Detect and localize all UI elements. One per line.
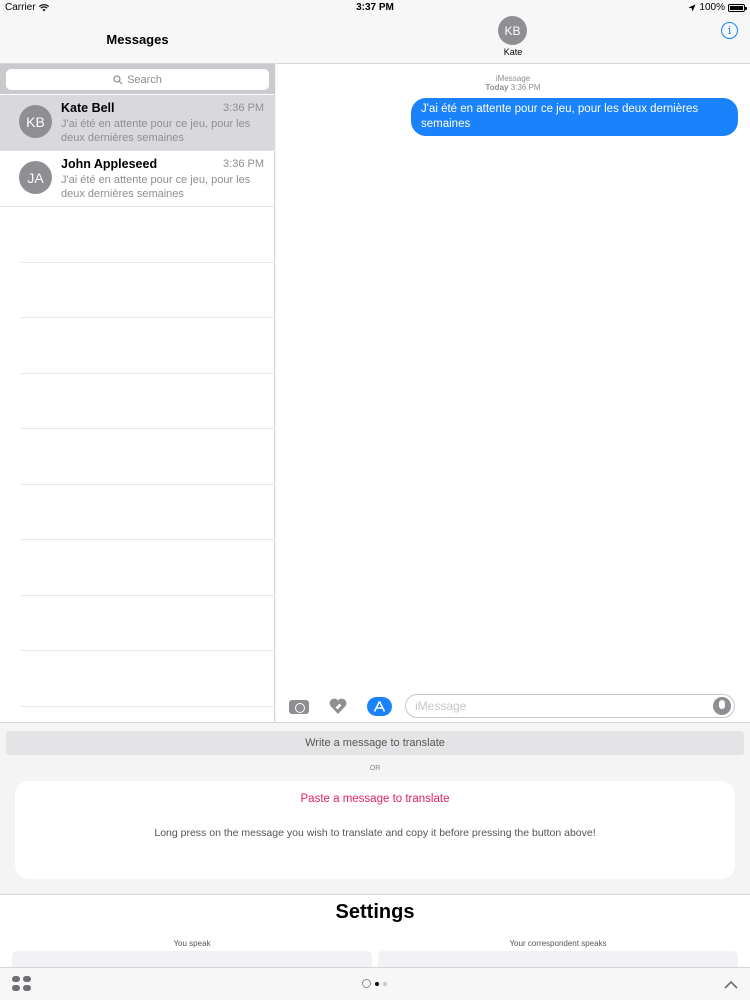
sent-message-bubble[interactable]: J'ai été en attente pour ce jeu, pour le… — [411, 98, 738, 136]
search-input[interactable]: Search — [6, 69, 269, 90]
message-composer: iMessage — [276, 690, 750, 722]
empty-list-row — [21, 318, 275, 374]
info-icon[interactable]: i — [721, 22, 738, 39]
conversation-header: KB Kate i — [276, 16, 750, 64]
search-bar: Search — [0, 64, 275, 94]
messages-list-pane: Messages Search KB Kate Bell 3:36 PM J'a… — [0, 16, 275, 722]
conversation-name: Kate Bell — [61, 101, 115, 115]
empty-list-row — [21, 485, 275, 540]
battery-fill — [730, 5, 743, 10]
avatar: KB — [19, 105, 52, 138]
empty-list-row — [21, 263, 275, 318]
paste-card: Paste a message to translate Long press … — [15, 781, 735, 879]
conversation-time: 3:36 PM — [223, 158, 264, 170]
battery-percent: 100% — [699, 2, 725, 13]
imessage-input[interactable]: iMessage — [405, 694, 735, 718]
conversation-preview: J'ai été en attente pour ce jeu, pour le… — [61, 118, 251, 144]
conversation-list: KB Kate Bell 3:36 PM J'ai été en attente… — [0, 95, 275, 707]
empty-list-row — [21, 429, 275, 485]
digital-touch-heart-icon[interactable] — [328, 696, 348, 716]
correspondent-speaks-label: Your correspondent speaks — [509, 939, 607, 948]
camera-icon[interactable] — [289, 700, 309, 714]
imessage-placeholder: iMessage — [415, 699, 467, 713]
paste-help-text: Long press on the message you wish to tr… — [154, 827, 596, 839]
page-dot — [383, 981, 387, 986]
you-speak-picker[interactable] — [12, 951, 372, 968]
conversation-name: John Appleseed — [61, 157, 158, 171]
day-label: Today — [485, 83, 509, 92]
page-indicator[interactable] — [362, 979, 387, 988]
conversation-pane: KB Kate i iMessage Today 3:36 PM J'ai ét… — [276, 16, 750, 722]
thread-timestamp: iMessage Today 3:36 PM — [276, 74, 750, 92]
correspondent-speaks-picker[interactable] — [378, 951, 738, 968]
page-dot-active — [375, 981, 379, 986]
chevron-up-icon[interactable] — [724, 976, 738, 992]
empty-list-row — [21, 651, 275, 707]
or-divider: OR — [369, 765, 381, 772]
clock-time: 3:37 PM — [356, 2, 394, 13]
settings-title: Settings — [335, 901, 415, 923]
paste-message-button[interactable]: Paste a message to translate — [15, 793, 735, 805]
location-arrow-icon — [688, 4, 696, 11]
translator-panel: Write a message to translate OR Paste a … — [0, 722, 750, 894]
write-message-button[interactable]: Write a message to translate — [6, 731, 744, 755]
app-store-glyph — [373, 701, 386, 712]
empty-list-row — [21, 596, 275, 651]
empty-list-row — [21, 374, 275, 429]
conversation-preview: J'ai été en attente pour ce jeu, pour le… — [61, 174, 251, 200]
app-drawer-bar — [0, 967, 750, 1000]
recents-clock-icon — [362, 979, 371, 988]
conversation-item-kate-bell[interactable]: KB Kate Bell 3:36 PM J'ai été en attente… — [0, 95, 275, 151]
status-bar: Carrier 3:37 PM 100% — [0, 0, 750, 16]
conversation-time: 3:36 PM — [223, 102, 264, 114]
microphone-icon[interactable] — [713, 697, 731, 715]
conversation-item-john-appleseed[interactable]: JA John Appleseed 3:36 PM J'ai été en at… — [0, 151, 275, 207]
search-placeholder: Search — [127, 73, 162, 86]
messages-header: Messages — [0, 16, 275, 64]
app-drawer-grid-icon[interactable] — [12, 976, 32, 992]
contact-name[interactable]: Kate — [276, 47, 750, 57]
search-icon — [113, 74, 123, 84]
avatar: JA — [19, 161, 52, 194]
service-label: iMessage — [495, 74, 531, 83]
empty-list-row — [21, 540, 275, 596]
you-speak-label: You speak — [173, 939, 211, 948]
battery-icon — [728, 3, 747, 12]
empty-list-row — [21, 207, 275, 263]
app-store-icon[interactable] — [367, 697, 392, 716]
messages-title: Messages — [106, 32, 169, 47]
time-label: 3:36 PM — [510, 83, 541, 92]
settings-panel: Settings You speak Your correspondent sp… — [0, 894, 750, 968]
contact-avatar[interactable]: KB — [498, 16, 527, 45]
chevron-up-glyph — [724, 980, 738, 989]
